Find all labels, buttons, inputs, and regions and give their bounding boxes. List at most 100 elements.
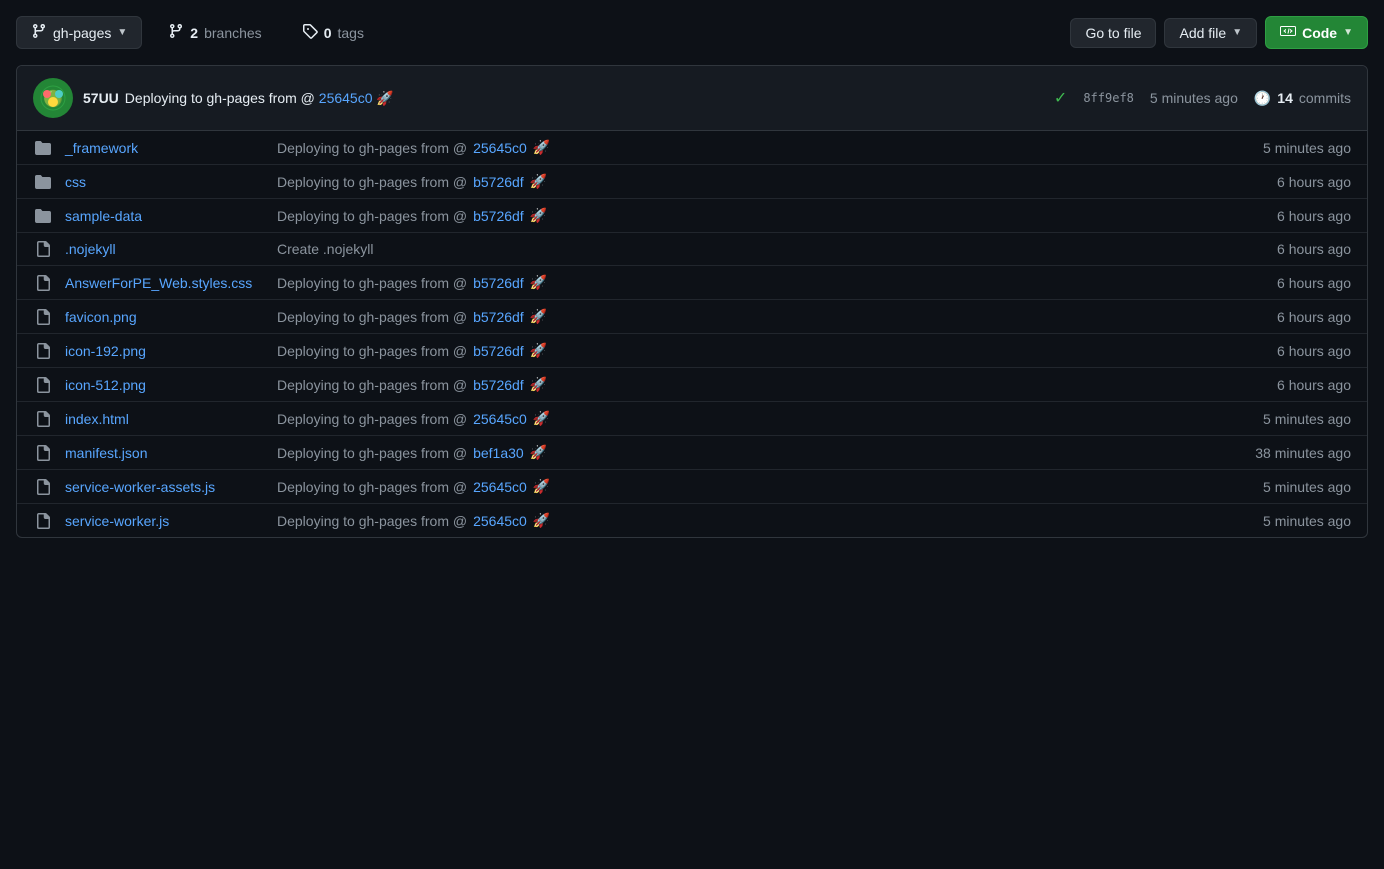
commit-hash-link[interactable]: b5726df: [473, 275, 524, 291]
add-file-label: Add file: [1179, 25, 1226, 41]
commit-hash-link[interactable]: 25645c0: [473, 411, 527, 427]
file-row[interactable]: cssDeploying to gh-pages from @ b5726df …: [17, 165, 1367, 199]
commit-hash-link[interactable]: 25645c0: [473, 479, 527, 495]
file-name[interactable]: icon-192.png: [65, 343, 265, 359]
file-row[interactable]: _framework Deploying to gh-pages from @ 2…: [17, 131, 1367, 165]
rocket-emoji: 🚀: [530, 308, 547, 325]
commit-msg-text: Deploying to gh-pages from @: [277, 411, 467, 427]
file-time: 6 hours ago: [1221, 208, 1351, 224]
rocket-emoji: 🚀: [533, 478, 550, 495]
rocket-emoji: 🚀: [533, 410, 550, 427]
commit-msg-text: Deploying to gh-pages from @: [277, 275, 467, 291]
file-commit-msg: Deploying to gh-pages from @ b5726df 🚀: [277, 342, 1209, 359]
commit-msg-text: Deploying to gh-pages from @: [277, 174, 467, 190]
file-name[interactable]: css: [65, 174, 265, 190]
file-time: 6 hours ago: [1221, 241, 1351, 257]
file-icon: [33, 309, 53, 325]
file-name[interactable]: _framework: [65, 140, 265, 156]
clock-icon: 🕐: [1254, 90, 1271, 107]
file-row[interactable]: icon-512.pngDeploying to gh-pages from @…: [17, 368, 1367, 402]
avatar: 🟢: [33, 78, 73, 118]
file-name[interactable]: favicon.png: [65, 309, 265, 325]
commit-hash-link[interactable]: bef1a30: [473, 445, 524, 461]
file-name[interactable]: .nojekyll: [65, 241, 265, 257]
file-commit-msg: Deploying to gh-pages from @ 25645c0 🚀: [277, 410, 1209, 427]
rocket-emoji: 🚀: [530, 376, 547, 393]
file-name[interactable]: service-worker-assets.js: [65, 479, 265, 495]
file-name[interactable]: service-worker.js: [65, 513, 265, 529]
commit-msg-text: Create .nojekyll: [277, 241, 374, 257]
file-time: 6 hours ago: [1221, 377, 1351, 393]
commit-hash-link[interactable]: b5726df: [473, 208, 524, 224]
file-row[interactable]: AnswerForPE_Web.styles.css Deploying to g…: [17, 266, 1367, 300]
file-row[interactable]: service-worker-assets.js Deploying to gh-…: [17, 470, 1367, 504]
file-icon: [33, 275, 53, 291]
commit-hash-link[interactable]: 25645c0: [473, 513, 527, 529]
file-time: 5 minutes ago: [1221, 513, 1351, 529]
add-file-chevron-icon: ▼: [1232, 27, 1242, 38]
file-row[interactable]: favicon.png Deploying to gh-pages from @ …: [17, 300, 1367, 334]
file-time: 6 hours ago: [1221, 275, 1351, 291]
file-commit-msg: Create .nojekyll: [277, 241, 1209, 257]
file-row[interactable]: sample-data Deploying to gh-pages from @ …: [17, 199, 1367, 233]
tags-label: tags: [337, 25, 363, 41]
commit-message: Deploying to gh-pages from @ 25645c0 🚀: [125, 90, 394, 107]
rocket-emoji: 🚀: [530, 173, 547, 190]
folder-icon: [33, 140, 53, 156]
file-name[interactable]: icon-512.png: [65, 377, 265, 393]
branches-count-button[interactable]: 2 branches: [154, 17, 275, 48]
code-icon: [1280, 23, 1296, 42]
commit-hash-link[interactable]: b5726df: [473, 174, 524, 190]
file-icon: [33, 513, 53, 529]
go-to-file-label: Go to file: [1085, 25, 1141, 41]
file-commit-msg: Deploying to gh-pages from @ b5726df 🚀: [277, 207, 1209, 224]
file-row[interactable]: service-worker.js Deploying to gh-pages f…: [17, 504, 1367, 537]
file-time: 6 hours ago: [1221, 174, 1351, 190]
folder-icon: [33, 208, 53, 224]
file-name[interactable]: manifest.json: [65, 445, 265, 461]
go-to-file-button[interactable]: Go to file: [1070, 18, 1156, 48]
file-time: 6 hours ago: [1221, 343, 1351, 359]
file-commit-msg: Deploying to gh-pages from @ 25645c0 🚀: [277, 478, 1209, 495]
file-name[interactable]: sample-data: [65, 208, 265, 224]
file-row[interactable]: index.html Deploying to gh-pages from @ 2…: [17, 402, 1367, 436]
file-commit-msg: Deploying to gh-pages from @ b5726df 🚀: [277, 308, 1209, 325]
commit-msg-text: Deploying to gh-pages from @: [277, 309, 467, 325]
file-icon: [33, 343, 53, 359]
commit-time: 5 minutes ago: [1150, 90, 1238, 106]
check-icon: ✓: [1054, 88, 1067, 108]
code-button[interactable]: Code ▼: [1265, 16, 1368, 49]
commit-info: 57UU Deploying to gh-pages from @ 25645c…: [83, 90, 1044, 107]
tags-count: 0: [324, 25, 332, 41]
file-icon: [33, 479, 53, 495]
commit-sha: 8ff9ef8: [1083, 91, 1134, 105]
commit-header: 🟢 57UU Deploying to gh-pages from @ 2564…: [17, 66, 1367, 131]
rocket-emoji: 🚀: [530, 274, 547, 291]
commit-user: 57UU: [83, 90, 119, 106]
branch-selector-button[interactable]: gh-pages ▼: [16, 16, 142, 49]
file-icon: [33, 411, 53, 427]
commit-msg-text: Deploying to gh-pages from @: [277, 343, 467, 359]
file-row[interactable]: icon-192.png Deploying to gh-pages from @…: [17, 334, 1367, 368]
commit-hash-link[interactable]: 25645c0: [319, 90, 373, 106]
file-commit-msg: Deploying to gh-pages from @ 25645c0 🚀: [277, 139, 1209, 156]
commit-hash-link[interactable]: b5726df: [473, 343, 524, 359]
commit-hash-link[interactable]: 25645c0: [473, 140, 527, 156]
branch-icon: [31, 23, 47, 42]
commit-hash-link[interactable]: b5726df: [473, 309, 524, 325]
file-icon: [33, 377, 53, 393]
file-row[interactable]: manifest.jsonDeploying to gh-pages from …: [17, 436, 1367, 470]
code-chevron-icon: ▼: [1343, 27, 1353, 38]
tags-count-button[interactable]: 0 tags: [288, 17, 378, 48]
branches-count: 2: [190, 25, 198, 41]
repo-file-browser: 🟢 57UU Deploying to gh-pages from @ 2564…: [16, 65, 1368, 538]
file-time: 5 minutes ago: [1221, 140, 1351, 156]
file-name[interactable]: index.html: [65, 411, 265, 427]
file-name[interactable]: AnswerForPE_Web.styles.css: [65, 275, 265, 291]
rocket-emoji: 🚀: [530, 444, 547, 461]
file-commit-msg: Deploying to gh-pages from @ 25645c0 🚀: [277, 512, 1209, 529]
commits-count: 🕐 14 commits: [1254, 90, 1351, 107]
add-file-button[interactable]: Add file ▼: [1164, 18, 1257, 48]
file-row[interactable]: .nojekyll Create .nojekyll 6 hours ago: [17, 233, 1367, 266]
commit-hash-link[interactable]: b5726df: [473, 377, 524, 393]
